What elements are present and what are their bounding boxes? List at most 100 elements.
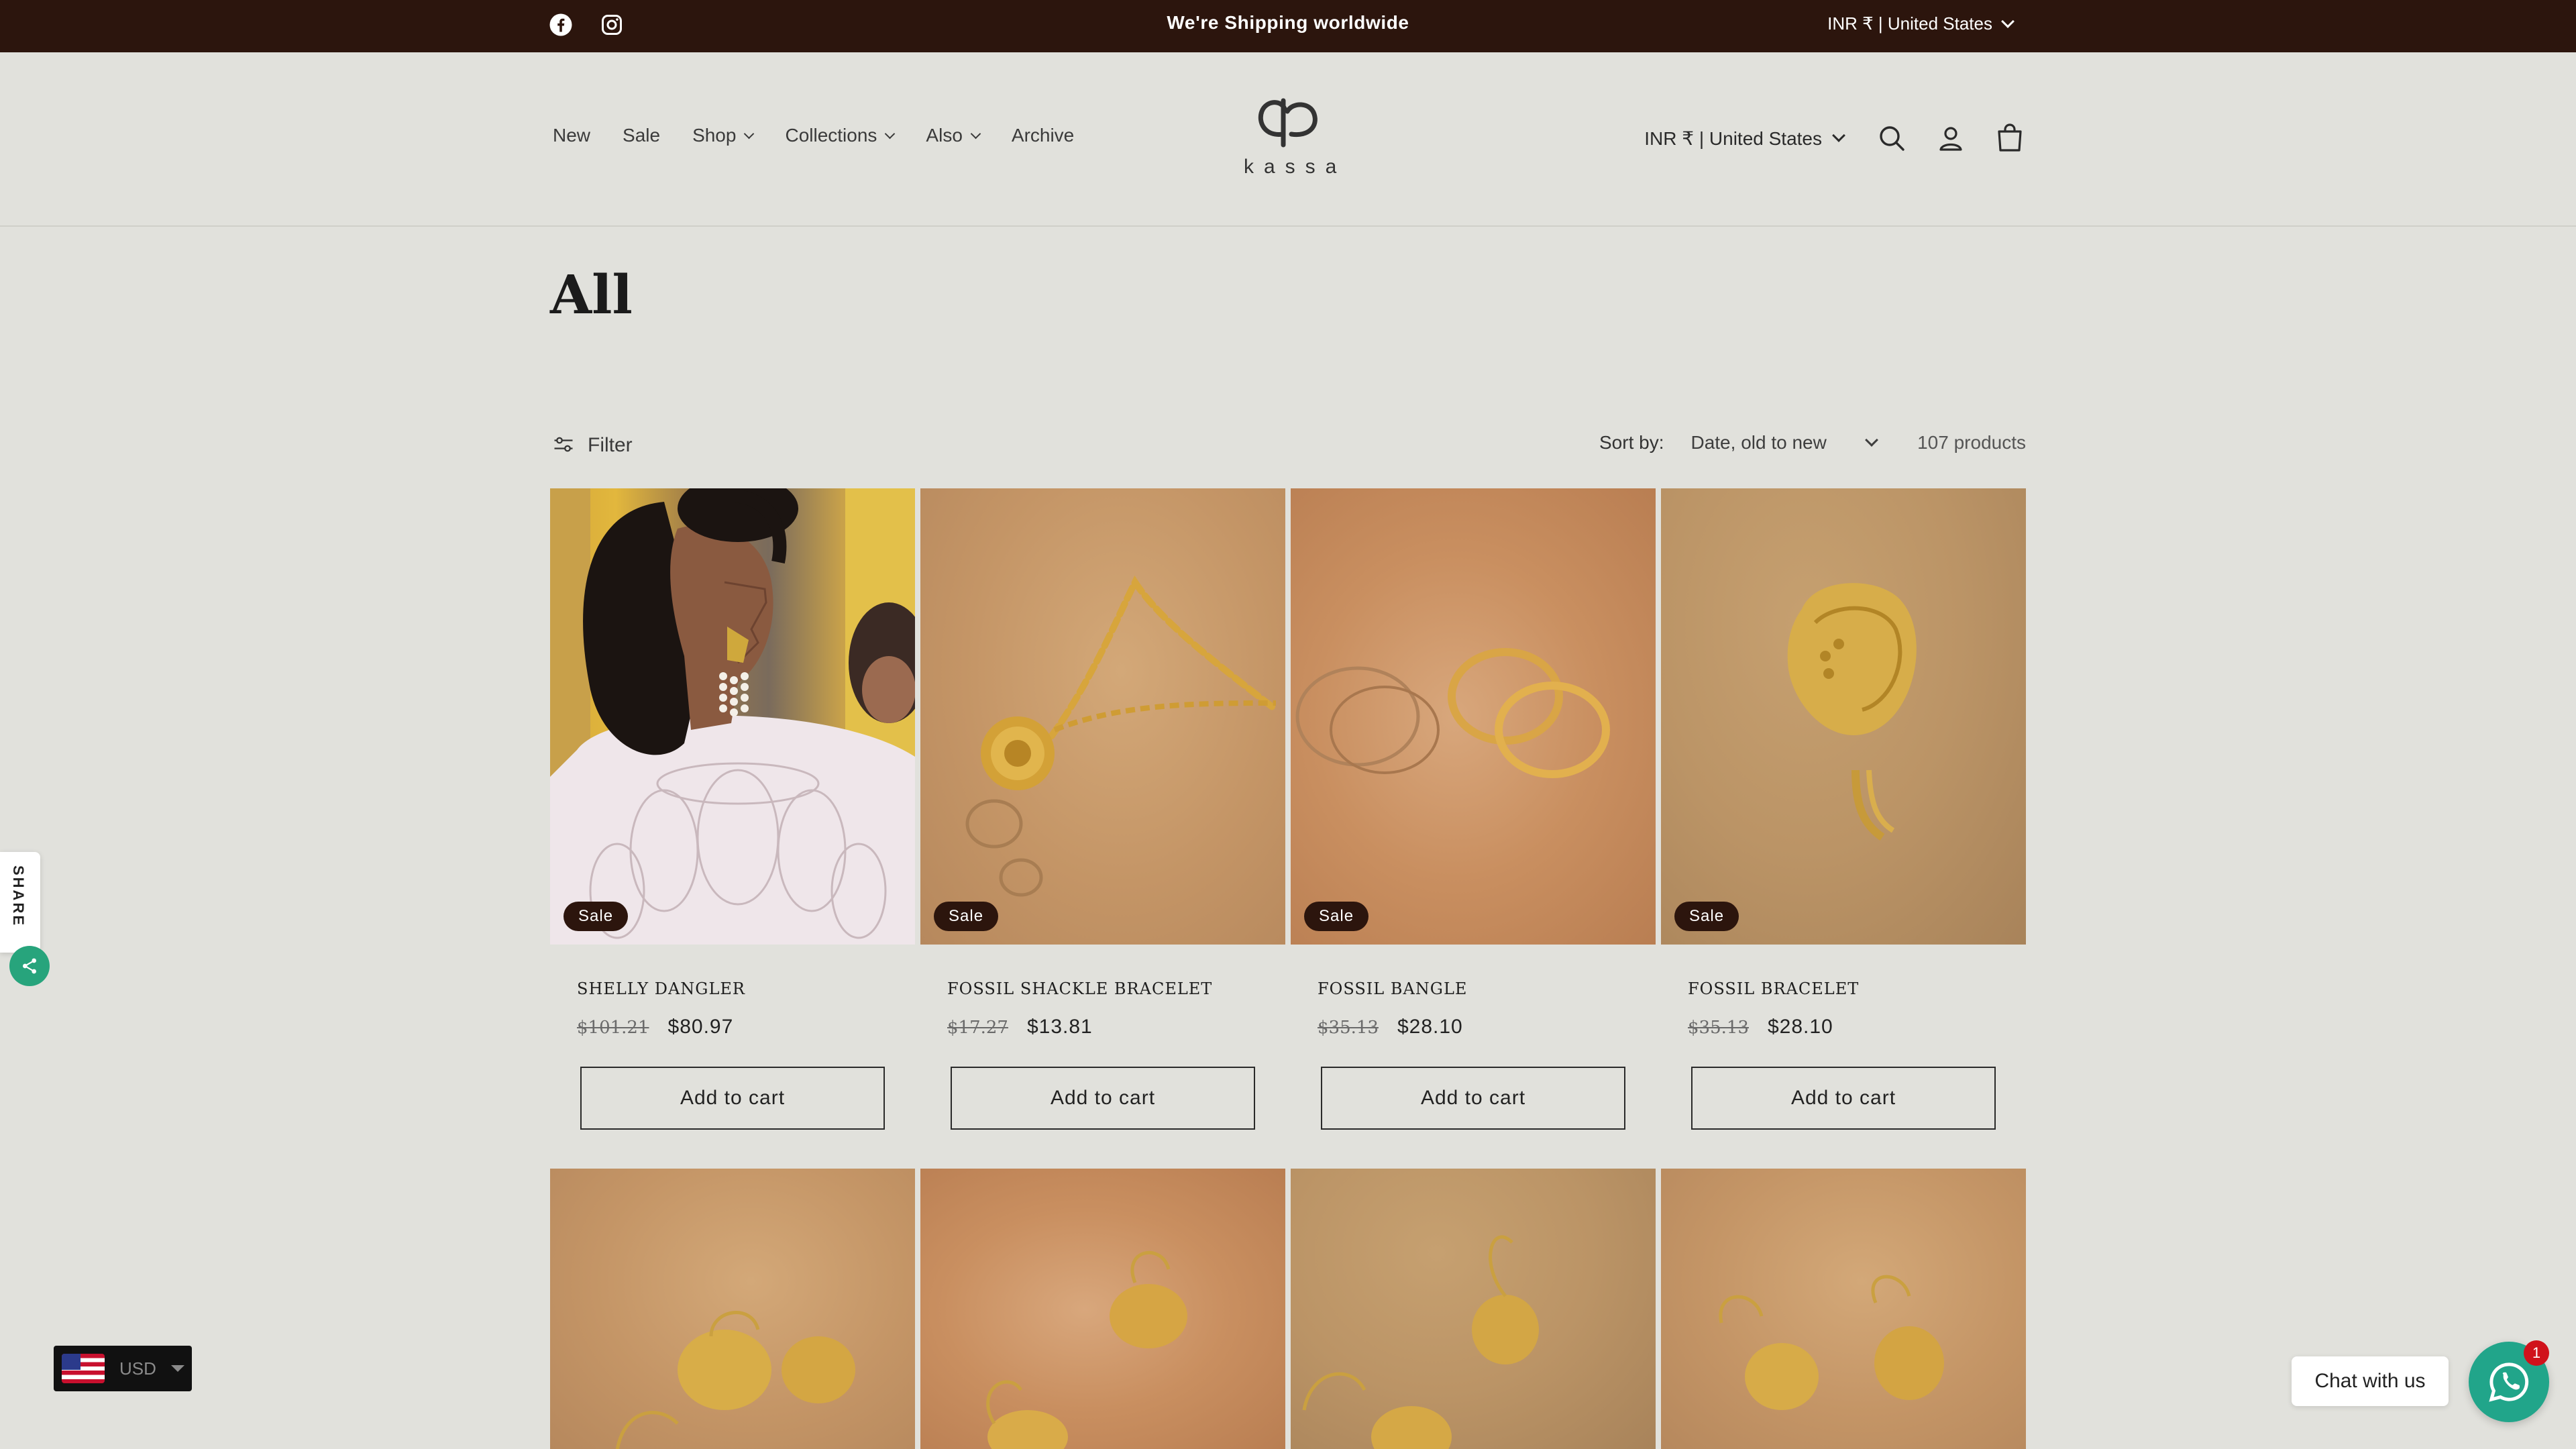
share-widget[interactable]: SHARE — [0, 852, 40, 953]
nav-item-label: Collections — [785, 125, 877, 146]
model-photo — [550, 488, 915, 945]
filter-icon — [554, 437, 573, 452]
product-image[interactable]: Sale — [1291, 488, 1656, 945]
whatsapp-icon — [2489, 1362, 2529, 1402]
sort-value: Date, old to new — [1690, 432, 1827, 453]
sale-price: $80.97 — [667, 1016, 734, 1038]
original-price: $35.13 — [1688, 1018, 1749, 1038]
product-name[interactable]: FOSSIL BRACELET — [1688, 979, 1859, 998]
original-price: $17.27 — [947, 1018, 1008, 1038]
currency-code: USD — [119, 1358, 156, 1379]
product-image[interactable] — [1661, 1169, 2026, 1449]
page-title: All — [550, 263, 633, 326]
header-actions: INR ₹ | United States — [1644, 122, 2026, 154]
announcement-text: We're Shipping worldwide — [1167, 12, 1409, 33]
product-image[interactable]: Sale — [1661, 488, 2026, 945]
nav-item-collections[interactable]: Collections — [785, 125, 896, 146]
add-to-cart-button[interactable]: Add to cart — [1691, 1067, 1996, 1130]
filter-button[interactable]: Filter — [551, 433, 633, 458]
product-card[interactable] — [1291, 1169, 1656, 1449]
add-to-cart-button[interactable]: Add to cart — [1321, 1067, 1625, 1130]
product-price: $17.27 $13.81 — [947, 1016, 1093, 1038]
earring-photo — [986, 1250, 1187, 1449]
nav-item-label: Sale — [623, 125, 661, 146]
product-name[interactable]: FOSSIL BANGLE — [1318, 979, 1467, 998]
product-price: $35.13 $28.10 — [1688, 1016, 1833, 1038]
notification-badge: 1 — [2524, 1340, 2549, 1366]
nav-item-shop[interactable]: Shop — [692, 125, 755, 146]
us-flag-icon — [62, 1354, 105, 1383]
product-image[interactable] — [550, 1169, 915, 1449]
nav-item-sale[interactable]: Sale — [623, 125, 660, 146]
bracelet-photo — [965, 576, 1279, 897]
top-currency-selector[interactable]: INR ₹ | United States — [1827, 13, 2015, 34]
filter-label: Filter — [588, 434, 633, 456]
sale-badge: Sale — [564, 902, 629, 931]
caret-down-icon — [170, 1365, 184, 1372]
bangle-photo — [1295, 648, 1610, 778]
coin-bracelet-photo — [1787, 583, 1917, 841]
nav-item-archive[interactable]: Archive — [1012, 125, 1074, 146]
product-card[interactable] — [1661, 1169, 2026, 1449]
nav-item-label: Also — [926, 125, 963, 146]
sort-select[interactable]: Date, old to new — [1690, 432, 1878, 453]
nav-item-label: New — [553, 125, 591, 146]
share-icon[interactable] — [9, 946, 50, 986]
product-card[interactable]: Sale FOSSIL BANGLE $35.13 $28.10 Add to … — [1291, 488, 1656, 1130]
product-card[interactable] — [550, 1169, 915, 1449]
logo-mark-icon — [1258, 98, 1318, 148]
earring-photo — [615, 1311, 855, 1449]
chevron-down-icon — [744, 128, 755, 139]
nav-item-new[interactable]: New — [553, 125, 590, 146]
sale-price: $13.81 — [1026, 1016, 1093, 1038]
product-card[interactable] — [920, 1169, 1285, 1449]
add-to-cart-button[interactable]: Add to cart — [951, 1067, 1255, 1130]
earring-photo — [1719, 1275, 1944, 1410]
header-currency-selector[interactable]: INR ₹ | United States — [1644, 127, 1845, 150]
original-price: $35.13 — [1318, 1018, 1379, 1038]
chevron-down-icon — [1832, 129, 1845, 142]
account-icon[interactable] — [1935, 122, 1967, 154]
cart-icon[interactable] — [1994, 122, 2026, 154]
product-name[interactable]: SHELLY DANGLER — [577, 979, 745, 998]
announcement-bar: We're Shipping worldwide INR ₹ | United … — [0, 0, 2576, 52]
search-icon[interactable] — [1876, 122, 1908, 154]
sale-price: $28.10 — [1397, 1016, 1463, 1038]
main-nav: New Sale Shop Collections Also Archive — [553, 125, 1074, 146]
product-name[interactable]: FOSSIL SHACKLE BRACELET — [947, 979, 1212, 998]
nav-item-label: Shop — [692, 125, 737, 146]
add-to-cart-button[interactable]: Add to cart — [580, 1067, 885, 1130]
site-logo[interactable]: kassa — [1234, 87, 1342, 178]
nav-item-label: Archive — [1011, 125, 1075, 146]
chevron-down-icon — [2001, 14, 2015, 28]
product-price: $35.13 $28.10 — [1318, 1016, 1463, 1038]
original-price: $101.21 — [577, 1018, 649, 1038]
header-currency-label: INR ₹ | United States — [1644, 127, 1822, 149]
sort-control: Sort by: Date, old to new — [1599, 432, 1878, 453]
chevron-down-icon — [885, 128, 896, 139]
sale-badge: Sale — [1304, 902, 1369, 931]
currency-converter-widget[interactable]: USD — [54, 1346, 192, 1391]
share-label: SHARE — [10, 865, 27, 928]
chevron-down-icon — [1864, 433, 1878, 447]
chevron-down-icon — [970, 128, 981, 139]
sale-badge: Sale — [934, 902, 999, 931]
sale-badge: Sale — [1674, 902, 1739, 931]
product-image[interactable] — [920, 1169, 1285, 1449]
sale-price: $28.10 — [1767, 1016, 1833, 1038]
product-card[interactable]: Sale FOSSIL SHACKLE BRACELET $17.27 $13.… — [920, 488, 1285, 1130]
nav-item-also[interactable]: Also — [926, 125, 981, 146]
product-card[interactable]: Sale FOSSIL BRACELET $35.13 $28.10 Add t… — [1661, 488, 2026, 1130]
product-image[interactable]: Sale — [920, 488, 1285, 945]
product-count: 107 products — [1917, 432, 2026, 453]
product-image[interactable] — [1291, 1169, 1656, 1449]
product-image[interactable]: Sale — [550, 488, 915, 945]
product-price: $101.21 $80.97 — [577, 1016, 733, 1038]
site-header: New Sale Shop Collections Also Archive k… — [0, 52, 2576, 227]
product-card[interactable]: Sale SHELLY DANGLER $101.21 $80.97 Add t… — [550, 488, 915, 1130]
logo-text: kassa — [1244, 156, 1347, 178]
earring-photo — [1302, 1235, 1539, 1449]
top-currency-label: INR ₹ | United States — [1827, 13, 1992, 34]
sort-label: Sort by: — [1599, 432, 1664, 453]
chat-with-us-label[interactable]: Chat with us — [2292, 1356, 2449, 1406]
